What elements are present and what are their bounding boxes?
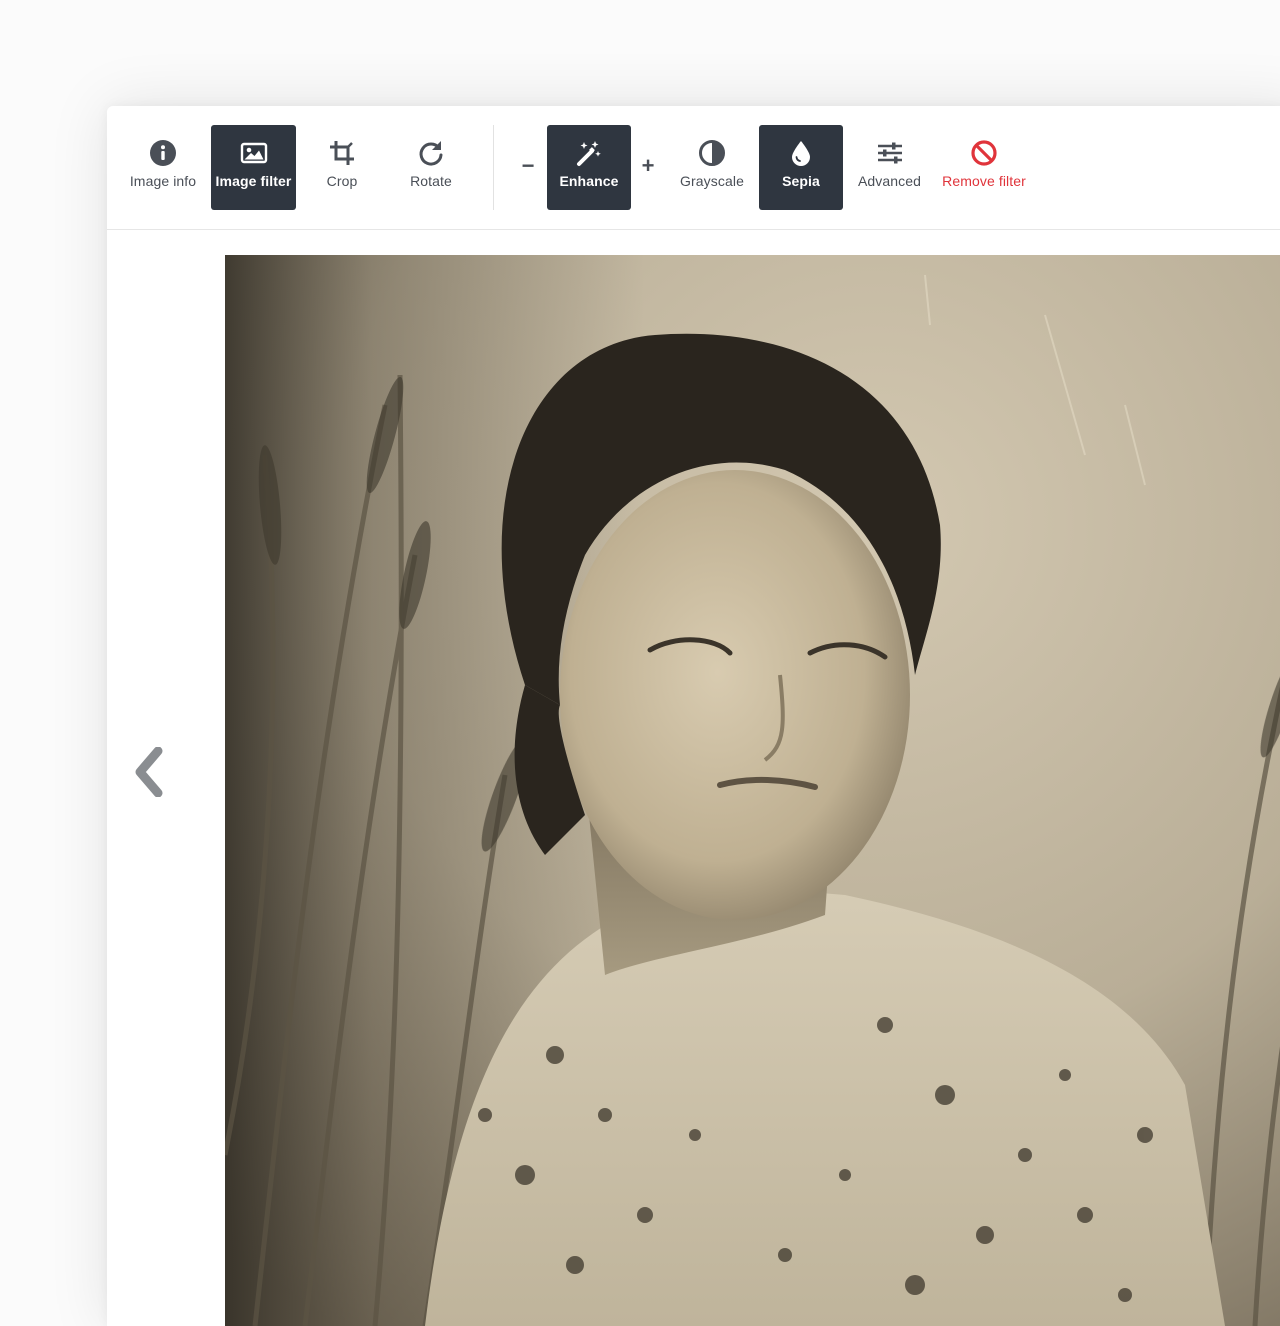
image-info-button[interactable]: Image info [120,125,206,210]
crop-label: Crop [326,173,358,189]
contrast-icon [697,138,727,168]
info-icon [148,138,178,168]
remove-filter-button[interactable]: Remove filter [935,125,1033,210]
enhance-button[interactable]: Enhance [547,125,631,210]
advanced-label: Advanced [857,173,922,189]
crop-button[interactable]: Crop [300,125,384,210]
image-icon [239,138,269,168]
advanced-button[interactable]: Advanced [847,125,932,210]
toolbar: Image info Image filter Crop Rotate − En… [107,106,1280,230]
crop-icon [327,138,357,168]
toolbar-divider [493,125,494,210]
photo-preview [225,255,1280,1326]
rotate-icon [416,138,446,168]
remove-filter-label: Remove filter [942,173,1026,189]
rotate-button[interactable]: Rotate [389,125,473,210]
image-filter-button[interactable]: Image filter [211,125,296,210]
grayscale-button[interactable]: Grayscale [668,125,756,210]
sepia-button[interactable]: Sepia [759,125,843,210]
image-editor-window: Image info Image filter Crop Rotate − En… [107,106,1280,1326]
image-info-label: Image info [129,173,197,189]
grayscale-label: Grayscale [680,173,744,189]
sepia-photograph [225,255,1280,1326]
ban-icon [969,138,999,168]
enhance-decrease-button[interactable]: − [518,154,538,178]
chevron-left-icon [132,746,166,802]
sliders-icon [875,138,905,168]
enhance-label: Enhance [559,173,619,189]
enhance-increase-button[interactable]: + [638,154,658,178]
sepia-label: Sepia [782,173,820,189]
rotate-label: Rotate [410,173,452,189]
droplet-icon [786,138,816,168]
magic-wand-icon [574,138,604,168]
image-filter-label: Image filter [215,173,292,189]
previous-image-button[interactable] [129,746,169,802]
